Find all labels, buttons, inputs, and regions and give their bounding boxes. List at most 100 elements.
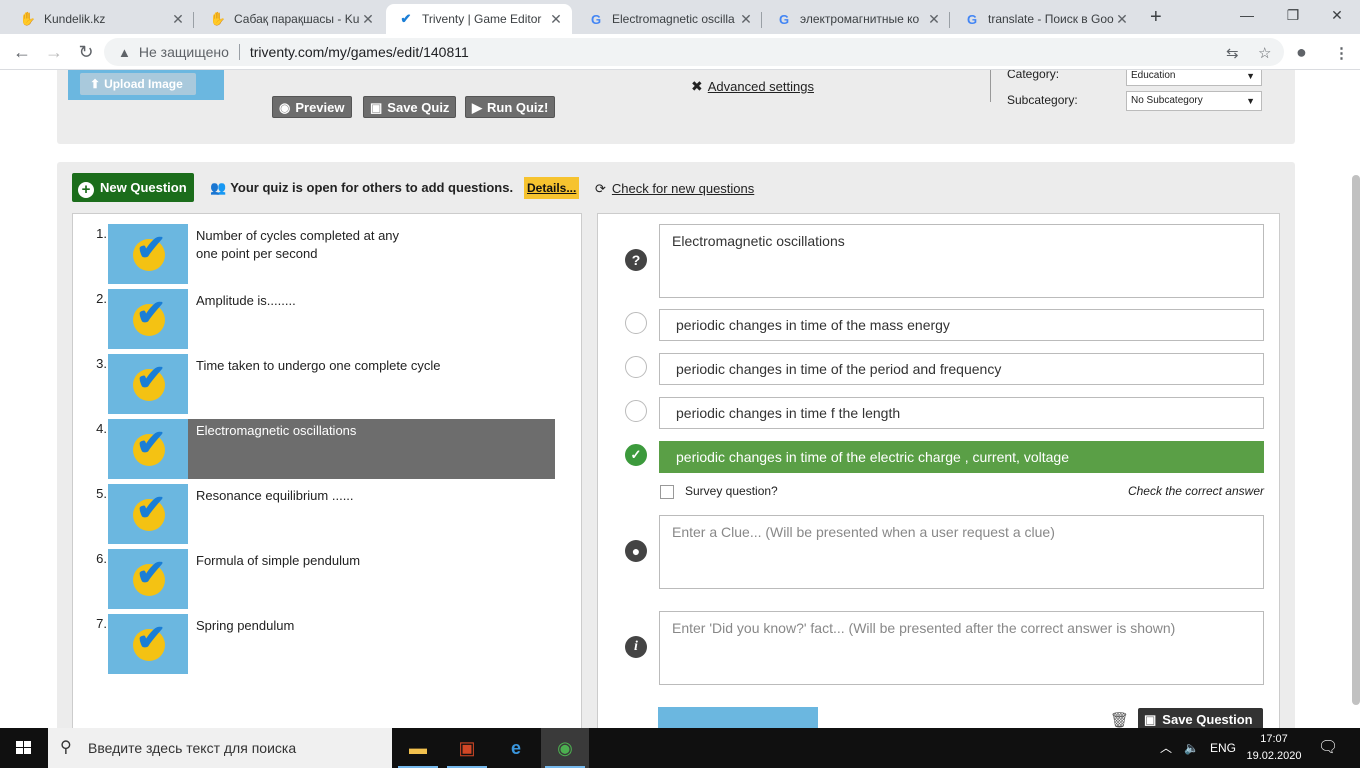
question-mark-icon: ? (625, 249, 647, 271)
question-thumbnail: ✔ (108, 224, 188, 284)
question-thumbnail: ✔ (108, 289, 188, 349)
notifications-icon[interactable]: 🗨 (1318, 728, 1338, 768)
answer-radio-3[interactable] (625, 400, 647, 422)
question-text: Electromagnetic oscillations (188, 419, 555, 479)
taskbar-search-box[interactable]: ⚲ Введите здесь текст для поиска (48, 728, 392, 768)
trash-icon[interactable]: 🗑 (1110, 711, 1129, 728)
upload-icon: ⬆ (90, 77, 101, 91)
advanced-settings-label[interactable]: Advanced settings (708, 79, 814, 94)
checkmark-icon: ✔ (136, 617, 167, 658)
new-question-button[interactable]: + New Question (72, 173, 194, 202)
tab-title: translate - Поиск в Goo (988, 12, 1114, 26)
subcategory-select[interactable]: No Subcategory ▼ (1126, 91, 1262, 111)
question-text: Time taken to undergo one complete cycle (196, 358, 441, 373)
answer-radio-4-checked[interactable]: ✓ (625, 444, 647, 466)
page-scrollbar[interactable] (1352, 175, 1360, 705)
upload-image-button[interactable]: ⬆ Upload Image (80, 73, 196, 95)
clue-textarea[interactable]: Enter a Clue... (Will be presented when … (659, 515, 1264, 589)
browser-tab-triventy[interactable]: ✔ Triventy | Game Editor ✕ (386, 4, 572, 34)
details-link[interactable]: Details... (524, 177, 580, 199)
language-indicator[interactable]: ENG (1210, 728, 1236, 768)
start-button[interactable] (0, 728, 48, 768)
question-thumbnail: ✔ (108, 484, 188, 544)
browser-tab-sabak[interactable]: ✋ Сабақ парақшасы - Ku ✕ (198, 4, 384, 34)
restore-icon[interactable]: ❐ (1270, 0, 1316, 30)
close-icon[interactable]: ✕ (548, 11, 564, 28)
chrome-icon[interactable]: ◉ (541, 728, 589, 768)
google-icon: G (778, 11, 790, 27)
question-text: Spring pendulum (196, 618, 295, 633)
profile-avatar-icon[interactable]: ● (1296, 42, 1307, 63)
category-select[interactable]: Education ▼ (1126, 70, 1262, 86)
answer-input-1[interactable]: periodic changes in time of the mass ene… (659, 309, 1264, 341)
preview-button[interactable]: ◉ Preview (272, 96, 352, 118)
speaker-icon[interactable]: 🔈 (1184, 728, 1199, 768)
question-number: 1. (96, 226, 107, 241)
correct-answer-hint: Check the correct answer (1127, 484, 1264, 498)
answer-radio-1[interactable] (625, 312, 647, 334)
browser-tab-google-3[interactable]: G translate - Поиск в Goo ✕ (952, 4, 1138, 34)
address-bar[interactable]: ▲ Не защищено triventy.com/my/games/edit… (104, 38, 1284, 66)
close-icon[interactable]: ✕ (1114, 11, 1130, 28)
forward-arrow-icon[interactable]: → (42, 40, 66, 64)
run-quiz-label: Run Quiz! (487, 100, 549, 115)
question-text: Amplitude is........ (196, 293, 296, 308)
fact-textarea[interactable]: Enter 'Did you know?' fact... (Will be p… (659, 611, 1264, 685)
translate-icon[interactable]: ⇆ (1226, 44, 1239, 62)
reload-icon[interactable]: ↻ (74, 40, 98, 64)
browser-tab-kundelik[interactable]: ✋ Kundelik.kz ✕ (8, 4, 194, 34)
browser-tab-strip: ✋ Kundelik.kz ✕ ✋ Сабақ парақшасы - Ku ✕… (0, 0, 1360, 34)
file-explorer-icon[interactable]: ▬ (394, 728, 442, 768)
menu-kebab-icon[interactable]: ⋮ (1334, 44, 1349, 62)
hand-icon: ✋ (209, 11, 227, 26)
windows-logo-icon (16, 741, 32, 755)
open-quiz-text: Your quiz is open for others to add ques… (230, 180, 514, 195)
checkmark-icon: ✔ (136, 292, 167, 333)
question-item-4[interactable]: 4. ✔ Electromagnetic oscillations (73, 419, 563, 479)
users-icon: 👥 (210, 180, 227, 195)
question-item-5[interactable]: 5. ✔ Resonance equilibrium ...... (73, 484, 563, 544)
answer-radio-2[interactable] (625, 356, 647, 378)
close-icon[interactable]: ✕ (926, 11, 942, 28)
save-quiz-label: Save Quiz (387, 100, 450, 115)
browser-tab-google-1[interactable]: G Electromagnetic oscilla ✕ (576, 4, 762, 34)
answer-input-4[interactable]: periodic changes in time of the electric… (659, 441, 1264, 473)
question-number: 2. (96, 291, 107, 306)
back-arrow-icon[interactable]: ← (10, 40, 34, 64)
question-item-6[interactable]: 6. ✔ Formula of simple pendulum (73, 549, 563, 609)
question-editor: ? Electromagnetic oscillations periodic … (597, 213, 1280, 728)
bookmark-star-icon[interactable]: ☆ (1258, 44, 1271, 62)
question-item-3[interactable]: 3. ✔ Time taken to undergo one complete … (73, 354, 563, 414)
question-item-1[interactable]: 1. ✔ Number of cycles completed at any o… (73, 224, 563, 284)
check-new-questions-link[interactable]: ⟳ Check for new questions (595, 181, 754, 197)
question-thumbnail: ✔ (108, 614, 188, 674)
chevron-up-icon[interactable]: ︿ (1160, 728, 1172, 768)
answer-image-card[interactable] (658, 707, 818, 728)
new-question-label: New Question (100, 180, 187, 195)
new-tab-plus-icon[interactable]: + (1150, 6, 1162, 29)
edge-icon[interactable]: e (492, 728, 540, 768)
question-item-7[interactable]: 7. ✔ Spring pendulum (73, 614, 563, 674)
question-text-input[interactable]: Electromagnetic oscillations (659, 224, 1264, 298)
plus-icon: + (78, 182, 94, 198)
close-icon[interactable]: ✕ (738, 11, 754, 28)
question-number: 6. (96, 551, 107, 566)
browser-tab-google-2[interactable]: G электромагнитные ко ✕ (764, 4, 950, 34)
tab-title: Triventy | Game Editor (422, 12, 542, 26)
question-item-2[interactable]: 2. ✔ Amplitude is........ (73, 289, 563, 349)
save-quiz-button[interactable]: ▣ Save Quiz (363, 96, 457, 118)
answer-input-3[interactable]: periodic changes in time f the length (659, 397, 1264, 429)
close-icon[interactable]: ✕ (170, 11, 186, 28)
minimize-icon[interactable]: — (1224, 0, 1270, 30)
question-number: 7. (96, 616, 107, 631)
clock[interactable]: 17:07 19.02.2020 (1240, 731, 1308, 765)
check-new-label[interactable]: Check for new questions (612, 181, 754, 196)
advanced-settings-link[interactable]: ✖ Advanced settings (691, 78, 814, 95)
answer-input-2[interactable]: periodic changes in time of the period a… (659, 353, 1264, 385)
close-icon[interactable]: ✕ (360, 11, 376, 28)
powerpoint-icon[interactable]: ▣ (443, 728, 491, 768)
run-quiz-button[interactable]: ▶ Run Quiz! (465, 96, 556, 118)
survey-checkbox[interactable] (660, 485, 674, 499)
save-question-button[interactable]: ▣ Save Question (1138, 708, 1263, 728)
close-window-icon[interactable]: ✕ (1314, 0, 1360, 30)
